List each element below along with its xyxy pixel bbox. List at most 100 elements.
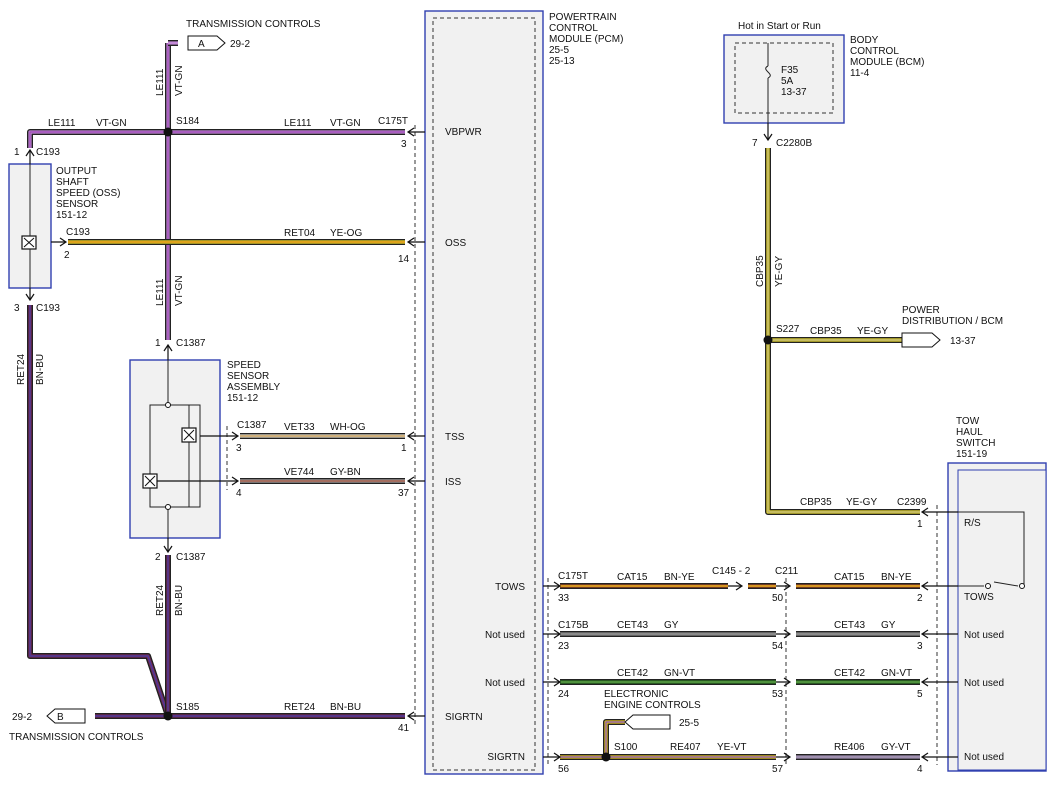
tow-ref: 151-19 <box>956 449 988 460</box>
wire-label: CET43 <box>834 620 866 631</box>
splice-s100-dot <box>601 752 611 762</box>
pin-num: 4 <box>917 764 923 775</box>
pcm-title-3: MODULE (PCM) <box>549 34 623 45</box>
wire-color: GN-VT <box>664 668 695 679</box>
pcm-ref-2: 25-13 <box>549 56 575 67</box>
pcm-ref-1: 25-5 <box>549 45 569 56</box>
conn-c175t-2: C175T <box>558 571 588 582</box>
oss-title-3: SPEED (OSS) <box>56 188 120 199</box>
wire-label: RE406 <box>834 742 865 753</box>
offpage-power-title: POWER <box>902 305 940 316</box>
pin-num: 2 <box>155 552 161 563</box>
wire-color-vertical: BN-BU <box>174 585 185 616</box>
conn-c211: C211 <box>775 566 799 577</box>
bcm-title-2: CONTROL <box>850 46 899 57</box>
wire-color: YE-OG <box>330 228 362 239</box>
pin-num: 14 <box>398 254 410 265</box>
splice-s184: S184 <box>176 116 200 127</box>
offpage-b-ref: 29-2 <box>12 712 32 723</box>
pin-num: 53 <box>772 689 784 700</box>
bcm-title: BODY <box>850 35 879 46</box>
pin-num: 24 <box>558 689 570 700</box>
wire-label: LE111 <box>284 118 312 129</box>
offpage-a-label: A <box>198 39 205 50</box>
fuse-ref: 13-37 <box>781 87 807 98</box>
pin-num: 2 <box>64 250 70 261</box>
speed-sensor-assembly <box>129 359 221 539</box>
oss-title-4: SENSOR <box>56 199 98 210</box>
offpage-eec-title: ELECTRONIC <box>604 689 668 700</box>
wire-label: CAT15 <box>617 572 648 583</box>
pin-num: 1 <box>155 338 161 349</box>
conn-c175b: C175B <box>558 620 589 631</box>
pin-iss: ISS <box>445 477 461 488</box>
conn-c1387-top: C1387 <box>176 338 206 349</box>
tow-not-used-3: Not used <box>964 752 1004 763</box>
wire-label-vertical: LE111 <box>155 278 166 306</box>
wire-color-vertical: BN-BU <box>35 354 46 385</box>
pin-num: 41 <box>398 723 410 734</box>
wire-label: RET04 <box>284 228 316 239</box>
tow-tows-label: TOWS <box>964 592 994 603</box>
wire-color: BN-YE <box>881 572 912 583</box>
splice-s184-dot <box>163 127 173 137</box>
ssa-title-2: SENSOR <box>227 371 269 382</box>
splice-s227-dot <box>763 335 773 345</box>
conn-c1387-bot: C1387 <box>176 552 206 563</box>
pin-num: 4 <box>236 488 242 499</box>
offpage-b-title: TRANSMISSION CONTROLS <box>9 732 144 743</box>
offpage-connector-eec <box>624 714 671 730</box>
pin-num: 33 <box>558 593 570 604</box>
wire-label: VE744 <box>284 467 314 478</box>
pin-num: 57 <box>772 764 784 775</box>
wire-label: RET24 <box>284 702 316 713</box>
offpage-power-title-2: DISTRIBUTION / BCM <box>902 316 1003 327</box>
fuse-amps: 5A <box>781 76 794 87</box>
tow-rs-label: R/S <box>964 518 981 529</box>
wire-label: CET43 <box>617 620 649 631</box>
pin-num: 1 <box>917 519 923 530</box>
pin-num: 1 <box>14 147 20 158</box>
splice-s185: S185 <box>176 702 200 713</box>
conn-c1387-mid: C1387 <box>237 420 267 431</box>
oss-title: OUTPUT <box>56 166 97 177</box>
wire-label-vertical: RET24 <box>155 584 166 616</box>
connector-dashes <box>226 125 938 765</box>
conn-c193-mid: C193 <box>66 227 90 238</box>
pin-tows: TOWS <box>495 582 525 593</box>
offpage-connector-b <box>46 708 86 724</box>
oss-title-2: SHAFT <box>56 177 89 188</box>
pin-sigrtn-2: SIGRTN <box>487 752 525 763</box>
wire-color: GN-VT <box>881 668 912 679</box>
wire-label-vertical: CBP35 <box>755 255 766 287</box>
pin-tss: TSS <box>445 432 465 443</box>
wire-color-vertical: VT-GN <box>174 275 185 306</box>
pin-num: 37 <box>398 488 410 499</box>
wire-color: BN-YE <box>664 572 695 583</box>
offpage-power-ref: 13-37 <box>950 336 976 347</box>
pin-num: 2 <box>917 593 923 604</box>
pin-not-used-1: Not used <box>485 630 525 641</box>
wire-color: BN-BU <box>330 702 361 713</box>
conn-c145: C145 - 2 <box>712 566 751 577</box>
pin-vbpwr: VBPWR <box>445 127 482 138</box>
wire-color-vertical: VT-GN <box>174 65 185 96</box>
tow-not-used-1: Not used <box>964 630 1004 641</box>
pin-num: 3 <box>917 641 923 652</box>
wire-color: WH-OG <box>330 422 366 433</box>
bcm-hot-label: Hot in Start or Run <box>738 21 821 32</box>
pin-num: 54 <box>772 641 784 652</box>
oss-ref: 151-12 <box>56 210 88 221</box>
offpage-connector-a <box>187 35 226 51</box>
pin-num: 7 <box>752 138 758 149</box>
offpage-a-ref: 29-2 <box>230 39 250 50</box>
pcm-title-2: CONTROL <box>549 23 598 34</box>
wire-color: GY-BN <box>330 467 361 478</box>
splice-s227: S227 <box>776 324 800 335</box>
conn-c2280b: C2280B <box>776 138 812 149</box>
offpage-b-label: B <box>57 712 64 723</box>
conn-c2399: C2399 <box>897 497 927 508</box>
pin-num: 3 <box>401 139 407 150</box>
wire-color: YE-GY <box>857 326 888 337</box>
pin-num: 23 <box>558 641 570 652</box>
